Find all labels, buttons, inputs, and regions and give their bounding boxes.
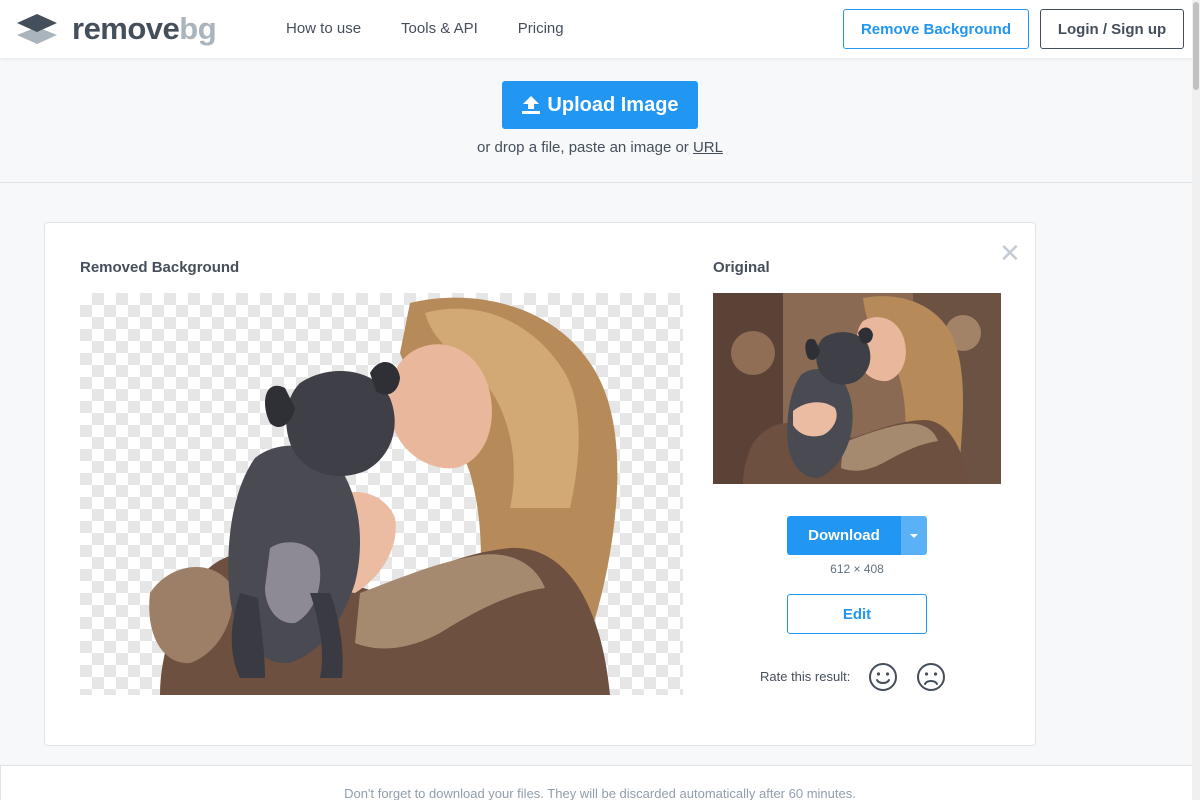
close-icon[interactable]: ✕ <box>999 240 1021 266</box>
cutout-subject-illustration <box>149 297 618 695</box>
stacked-layers-logo-icon <box>17 14 57 44</box>
brand-wordmark: removebg <box>72 11 217 46</box>
main-nav: How to use Tools & API Pricing <box>286 20 604 37</box>
removed-background-preview <box>80 293 683 695</box>
image-dimensions: 612 × 408 <box>830 562 884 576</box>
login-signup-button[interactable]: Login / Sign up <box>1040 9 1184 49</box>
upload-section: Upload Image or drop a file, paste an im… <box>0 58 1200 183</box>
drop-hint-text: or drop a file, paste an image or <box>477 139 689 156</box>
removed-background-title: Removed Background <box>80 259 240 276</box>
caret-down-icon <box>910 533 918 538</box>
nav-tools-api[interactable]: Tools & API <box>401 20 478 37</box>
rate-result-label: Rate this result: <box>760 669 851 684</box>
remove-background-button[interactable]: Remove Background <box>843 9 1029 49</box>
page-scrollbar[interactable] <box>1192 0 1200 800</box>
sad-face-icon[interactable] <box>916 662 946 692</box>
upload-button-label: Upload Image <box>547 93 679 116</box>
download-button[interactable]: Download <box>787 516 901 555</box>
download-options-dropdown[interactable] <box>901 516 927 555</box>
original-photo-preview <box>713 293 1001 484</box>
result-card: ✕ Removed Background Original Download 6… <box>44 222 1036 746</box>
brand-word-main: remove <box>72 11 180 46</box>
nav-how-to-use[interactable]: How to use <box>286 20 361 37</box>
original-photo-illustration <box>713 293 1001 484</box>
discard-notice: Don't forget to download your files. The… <box>344 786 856 800</box>
url-link[interactable]: URL <box>693 139 723 156</box>
upload-arrow-icon <box>522 96 541 114</box>
scrollbar-thumb[interactable] <box>1193 2 1199 90</box>
top-header: removebg How to use Tools & API Pricing … <box>0 0 1200 58</box>
original-title: Original <box>713 259 770 276</box>
happy-face-icon[interactable] <box>868 662 898 692</box>
brand-logo[interactable]: removebg <box>16 11 217 46</box>
upload-image-button[interactable]: Upload Image <box>502 81 698 129</box>
nav-pricing[interactable]: Pricing <box>518 20 564 37</box>
drop-hint: or drop a file, paste an image or URL <box>0 139 1200 156</box>
brand-word-accent: bg <box>179 11 217 46</box>
edit-button[interactable]: Edit <box>787 594 927 634</box>
